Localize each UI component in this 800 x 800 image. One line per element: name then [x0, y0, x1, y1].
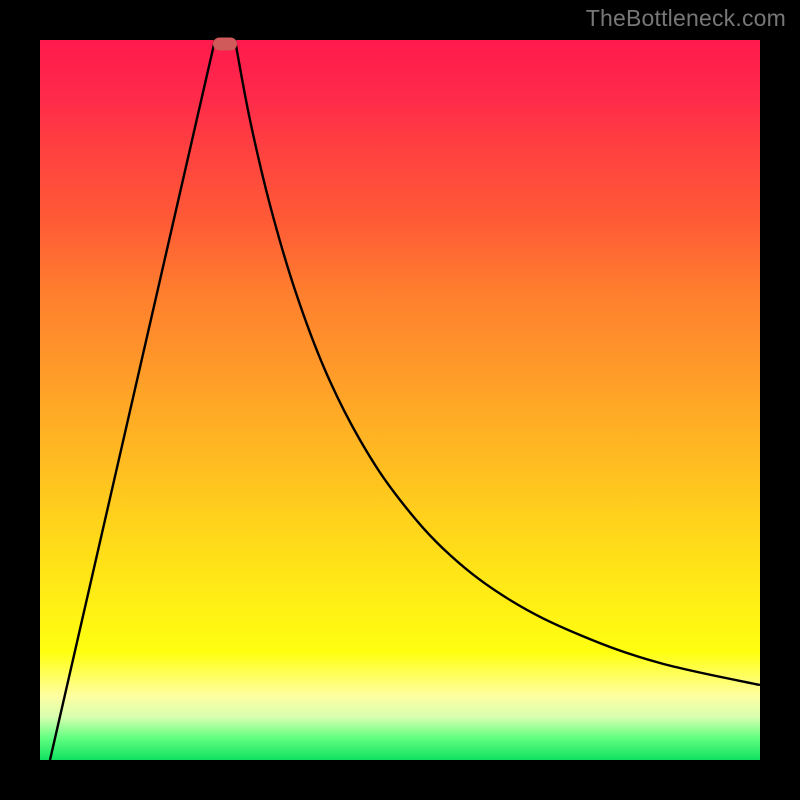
chart-area	[40, 40, 760, 760]
bottleneck-marker	[213, 38, 237, 51]
chart-curve	[40, 40, 760, 760]
curve-left	[50, 40, 215, 760]
watermark-text: TheBottleneck.com	[586, 5, 786, 32]
curve-right	[235, 40, 760, 685]
